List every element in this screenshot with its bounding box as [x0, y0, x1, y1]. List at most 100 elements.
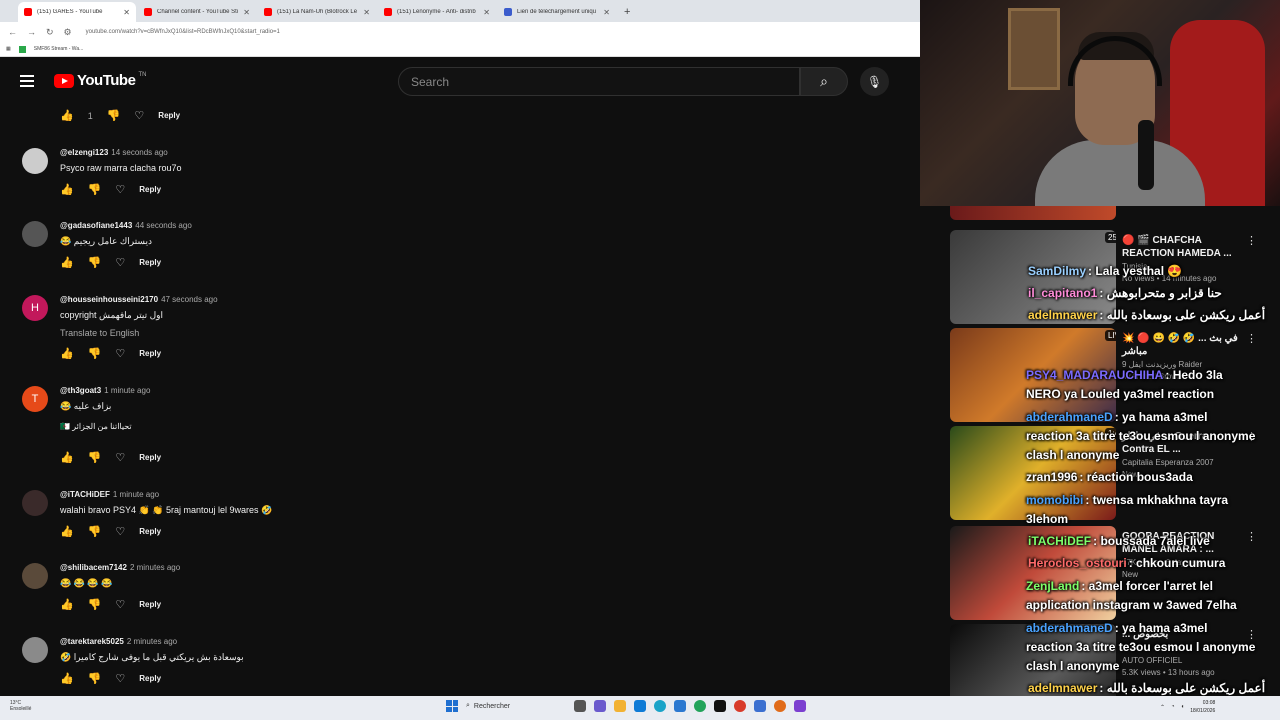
heart-icon[interactable]: ♡: [115, 598, 125, 611]
reply-button[interactable]: Reply: [139, 258, 161, 267]
avatar[interactable]: T: [22, 386, 48, 412]
volume-icon[interactable]: ◖: [1181, 704, 1185, 710]
heart-icon[interactable]: ♡: [115, 347, 125, 360]
obs-icon[interactable]: [734, 700, 746, 712]
windows-start-icon[interactable]: [446, 700, 458, 712]
comment-time[interactable]: 2 minutes ago: [130, 563, 180, 572]
hamburger-menu-icon[interactable]: [20, 75, 34, 87]
close-tab-icon[interactable]: ✕: [123, 8, 130, 17]
youtube-logo[interactable]: YouTube TN: [54, 72, 146, 89]
avatar[interactable]: [22, 637, 48, 663]
dislike-icon[interactable]: 👎: [88, 183, 102, 196]
like-icon[interactable]: 👍: [60, 525, 74, 538]
file-explorer-icon[interactable]: [614, 700, 626, 712]
reply-button[interactable]: Reply: [139, 453, 161, 462]
reply-button[interactable]: Reply: [139, 600, 161, 609]
chrome-icon[interactable]: [694, 700, 706, 712]
search-button[interactable]: ⌕: [800, 67, 848, 96]
like-icon[interactable]: 👍: [60, 672, 74, 685]
close-tab-icon[interactable]: ✕: [603, 8, 610, 17]
dislike-icon[interactable]: 👎: [88, 451, 102, 464]
like-icon[interactable]: 👍: [60, 451, 74, 464]
dislike-icon[interactable]: 👎: [88, 525, 102, 538]
forward-icon[interactable]: →: [27, 27, 36, 37]
app-icon[interactable]: [754, 700, 766, 712]
tab-title: (151) La Nam-Uh (Blotrock Le: [277, 9, 358, 15]
comment-author[interactable]: @elzengi123: [60, 148, 108, 157]
weather-widget[interactable]: 13°C Ensoleillé: [10, 700, 31, 712]
photos-icon[interactable]: [674, 700, 686, 712]
reply-button[interactable]: Reply: [139, 349, 161, 358]
dislike-icon[interactable]: 👎: [107, 109, 121, 122]
dislike-icon[interactable]: 👎: [88, 672, 102, 685]
tray-chevron-icon[interactable]: ⌃: [1160, 704, 1165, 711]
dislike-icon[interactable]: 👎: [88, 347, 102, 360]
close-tab-icon[interactable]: ✕: [483, 8, 490, 17]
new-tab-button[interactable]: +: [618, 2, 636, 22]
reply-button[interactable]: Reply: [158, 111, 180, 120]
avatar[interactable]: [22, 221, 48, 247]
comment-author[interactable]: @gadasofiane1443: [60, 221, 132, 230]
comment-time[interactable]: 47 seconds ago: [161, 295, 218, 304]
browser-tab-3[interactable]: (151) La Nam-Uh (Blotrock Le ✕: [258, 2, 376, 22]
wifi-icon[interactable]: ◔: [1171, 704, 1175, 710]
teams-icon[interactable]: [594, 700, 606, 712]
bookmark-item[interactable]: SMF86 Stream - Wa...: [34, 46, 84, 52]
comment-time[interactable]: 1 minute ago: [113, 490, 159, 499]
store-icon[interactable]: [634, 700, 646, 712]
firefox-icon[interactable]: [774, 700, 786, 712]
dislike-icon[interactable]: 👎: [88, 256, 102, 269]
like-icon[interactable]: 👍: [60, 598, 74, 611]
comment-body: @elzengi123 14 seconds ago Psyco raw marr…: [60, 148, 880, 196]
comment-actions: 👍 👎 ♡ Reply: [60, 598, 161, 611]
heart-icon[interactable]: ♡: [115, 525, 125, 538]
reload-icon[interactable]: ↻: [46, 27, 54, 38]
like-icon[interactable]: 👍: [60, 109, 74, 122]
voice-search-button[interactable]: 🎙: [860, 67, 889, 96]
comment-author[interactable]: @housseinhousseini2170: [60, 295, 158, 304]
like-icon[interactable]: 👍: [60, 347, 74, 360]
comment-author[interactable]: @shilibacem7142: [60, 563, 127, 572]
heart-icon[interactable]: ♡: [115, 183, 125, 196]
close-tab-icon[interactable]: ✕: [363, 8, 370, 17]
avatar[interactable]: [22, 148, 48, 174]
heart-icon[interactable]: ♡: [115, 672, 125, 685]
terminal-icon[interactable]: [714, 700, 726, 712]
translate-link[interactable]: Translate to English: [60, 328, 880, 338]
close-tab-icon[interactable]: ✕: [243, 8, 250, 17]
chat-username: PSY4_MADARAUCHIHA: [1026, 368, 1164, 382]
reply-button[interactable]: Reply: [139, 674, 161, 683]
avatar[interactable]: [22, 490, 48, 516]
dislike-icon[interactable]: 👎: [88, 598, 102, 611]
like-icon[interactable]: 👍: [60, 256, 74, 269]
avatar[interactable]: H: [22, 295, 48, 321]
twitch-icon[interactable]: [794, 700, 806, 712]
browser-tab-2[interactable]: Channel content - YouTube Stu ✕: [138, 2, 256, 22]
url-field[interactable]: youtube.com/watch?v=cBWfnJxQ10&list=RDcB…: [86, 29, 280, 35]
heart-icon[interactable]: ♡: [115, 256, 125, 269]
browser-tab-1[interactable]: (151) GARÉS - YouTube ✕: [18, 2, 136, 22]
browser-tab-5[interactable]: Lien de téléchargement uniqu ✕: [498, 2, 616, 22]
comment-time[interactable]: 2 minutes ago: [127, 637, 177, 646]
task-view-icon[interactable]: [574, 700, 586, 712]
comment-time[interactable]: 44 seconds ago: [135, 221, 192, 230]
comment-time[interactable]: 14 seconds ago: [111, 148, 168, 157]
apps-icon[interactable]: ▦: [6, 46, 11, 52]
avatar[interactable]: [22, 563, 48, 589]
browser-tab-4[interactable]: (151) Lenonyme - Anti- distrib ✕: [378, 2, 496, 22]
back-icon[interactable]: ←: [8, 27, 17, 37]
comment-author[interactable]: @th3goat3: [60, 386, 101, 395]
heart-icon[interactable]: ♡: [134, 109, 144, 122]
clock[interactable]: 03:08 18/01/2026: [1190, 699, 1215, 715]
heart-icon[interactable]: ♡: [115, 451, 125, 464]
site-info-icon[interactable]: ⚙: [64, 27, 72, 38]
edge-icon[interactable]: [654, 700, 666, 712]
comment-author[interactable]: @iTACHiDEF: [60, 490, 110, 499]
like-icon[interactable]: 👍: [60, 183, 74, 196]
comment-time[interactable]: 1 minute ago: [104, 386, 150, 395]
search-input[interactable]: Search: [398, 67, 800, 96]
reply-button[interactable]: Reply: [139, 527, 161, 536]
taskbar-search[interactable]: ⌕ Rechercher: [466, 702, 566, 710]
comment-author[interactable]: @tarektarek5025: [60, 637, 124, 646]
reply-button[interactable]: Reply: [139, 185, 161, 194]
